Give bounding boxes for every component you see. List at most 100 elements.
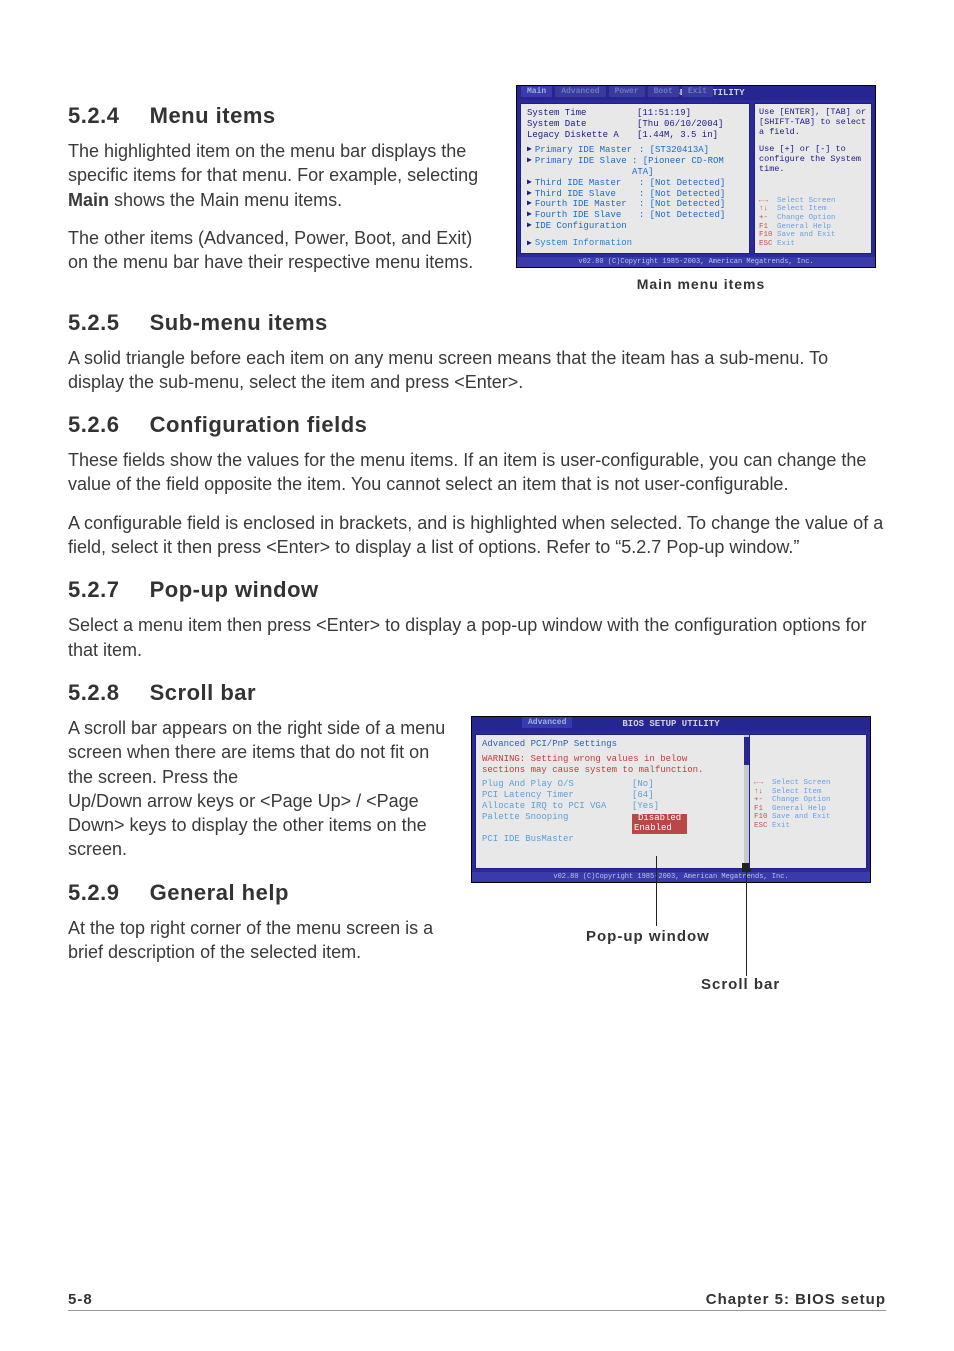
bios1-tab-exit: Exit: [682, 86, 713, 97]
nav-val: Exit: [777, 240, 795, 248]
bios1-tab-power: Power: [609, 86, 645, 97]
nav-val: General Help: [772, 805, 826, 813]
para-526-2: A configurable field is enclosed in brac…: [68, 511, 886, 560]
bios1-tab-adv: Advanced: [555, 86, 605, 97]
bios2-irq-k: Allocate IRQ to PCI VGA: [482, 801, 632, 812]
heading-528-title: Scroll bar: [150, 680, 256, 705]
triangle-icon: ▶: [527, 145, 532, 156]
nav-key: F10: [754, 813, 772, 822]
heading-528: 5.2.8 Scroll bar: [68, 680, 886, 706]
heading-526-title: Configuration fields: [150, 412, 368, 437]
bios1-help1: Use [ENTER], [TAB] or [SHIFT-TAB] to sel…: [759, 108, 867, 137]
para-525-1: A solid triangle before each item on any…: [68, 346, 886, 395]
nav-key: ESC: [754, 822, 772, 831]
bios2-title: Advanced PCI/PnP Settings: [482, 739, 734, 750]
bios1-fides-v: : [Not Detected]: [639, 210, 725, 221]
bios2-tab-adv: Advanced: [522, 717, 572, 728]
heading-524-num: 5.2.4: [68, 103, 143, 129]
nav-key: F1: [759, 223, 777, 232]
triangle-icon: ▶: [527, 156, 532, 178]
bios1-tides-k: Third IDE Slave: [535, 189, 639, 200]
nav-key: ←→: [759, 197, 777, 206]
bios1-tides-v: : [Not Detected]: [639, 189, 725, 200]
heading-527-num: 5.2.7: [68, 577, 143, 603]
para-529-1: At the top right corner of the menu scre…: [68, 916, 451, 965]
page-number: 5-8: [68, 1291, 93, 1308]
para-527-1: Select a menu item then press <Enter> to…: [68, 613, 886, 662]
nav-key: ↑↓: [754, 788, 772, 797]
nav-key: +-: [759, 214, 777, 223]
heading-529-title: General help: [150, 880, 289, 905]
bios1-tab-main: Main: [521, 86, 552, 97]
label-popup-window: Pop-up window: [586, 928, 710, 945]
bios1-fidem-k: Fourth IDE Master: [535, 199, 639, 210]
heading-524-title: Menu items: [150, 103, 276, 128]
bios1-fides-k: Fourth IDE Slave: [535, 210, 639, 221]
para-524-1b: Main: [68, 190, 109, 210]
bios1-sysinfo: System Information: [535, 238, 632, 248]
triangle-icon: ▶: [527, 210, 532, 221]
bios1-fidem-v: : [Not Detected]: [639, 199, 725, 210]
bios2-main-panel: Advanced PCI/PnP Settings WARNING: Setti…: [475, 734, 745, 869]
heading-529-num: 5.2.9: [68, 880, 143, 906]
nav-val: Exit: [772, 822, 790, 830]
nav-val: Select Item: [772, 788, 822, 796]
heading-527-title: Pop-up window: [150, 577, 319, 602]
triangle-icon: ▶: [527, 239, 532, 248]
chapter-title: Chapter 5: BIOS setup: [706, 1291, 886, 1308]
triangle-icon: ▶: [527, 199, 532, 210]
bios1-legacy-v: [1.44M, 3.5 in]: [637, 130, 718, 141]
bios1-footer: v02.80 (C)Copyright 1985-2003, American …: [517, 257, 875, 267]
bios2-pnp-v: [No]: [632, 779, 654, 790]
bios2-popup-window: Disabled Enabled: [632, 814, 687, 834]
nav-key: ESC: [759, 240, 777, 249]
pointer-line-scroll: [746, 866, 747, 976]
bios1-systime-v: [11:51:19]: [637, 108, 691, 119]
heading-528-num: 5.2.8: [68, 680, 143, 706]
nav-key: F1: [754, 805, 772, 814]
bios2-lat-k: PCI Latency Timer: [482, 790, 632, 801]
nav-key: +-: [754, 796, 772, 805]
bios-popup-screenshot: BIOS SETUP UTILITY Advanced Advanced PCI…: [471, 716, 871, 883]
bios1-help2: Use [+] or [-] to configure the System t…: [759, 145, 867, 174]
bios1-pidem-v: : [ST320413A]: [639, 145, 709, 156]
bios1-pides-k: Primary IDE Slave: [535, 156, 632, 178]
page-footer: 5-8 Chapter 5: BIOS setup: [68, 1291, 886, 1311]
bios1-legacy-k: Legacy Diskette A: [527, 130, 637, 141]
nav-key: F10: [759, 231, 777, 240]
nav-val: Change Option: [777, 214, 836, 222]
bios2-nav: ←→Select Screen ↑↓Select Item +-Change O…: [754, 779, 862, 831]
heading-525-title: Sub-menu items: [150, 310, 328, 335]
bios-main-menu-screenshot: BIOS SETUP UTILITY Main Advanced Power B…: [516, 85, 876, 268]
triangle-icon: ▶: [527, 189, 532, 200]
bios1-main-panel: System Time[11:51:19] System Date[Thu 06…: [520, 103, 750, 254]
bios2-lat-v: [64]: [632, 790, 654, 801]
para-528-2: Up/Down arrow keys or <Page Up> / <Page …: [68, 789, 451, 862]
bios2-footer: v02.80 (C)Copyright 1985-2003, American …: [472, 872, 870, 882]
heading-525: 5.2.5 Sub-menu items: [68, 310, 886, 336]
pointer-line-popup: [656, 856, 657, 926]
nav-val: Save and Exit: [772, 813, 831, 821]
bios1-pidem-k: Primary IDE Master: [535, 145, 639, 156]
bios1-tab-boot: Boot: [648, 86, 679, 97]
nav-key: ←→: [754, 779, 772, 788]
heading-526-num: 5.2.6: [68, 412, 143, 438]
bios1-help-panel: Use [ENTER], [TAB] or [SHIFT-TAB] to sel…: [754, 103, 872, 254]
para-526-1: These fields show the values for the men…: [68, 448, 886, 497]
bios2-opt-enabled: Enabled: [634, 824, 685, 834]
bios1-idecfg: IDE Configuration: [535, 221, 627, 232]
bios1-caption: Main menu items: [516, 276, 886, 292]
heading-526: 5.2.6 Configuration fields: [68, 412, 886, 438]
nav-val: Select Screen: [777, 197, 836, 205]
bios1-tabs: Main Advanced Power Boot Exit: [521, 86, 713, 97]
bios1-header: BIOS SETUP UTILITY Main Advanced Power B…: [517, 86, 875, 100]
nav-val: Change Option: [772, 796, 831, 804]
bios2-tabs: Advanced: [522, 717, 572, 728]
bios1-sysdate-v: [Thu 06/10/2004]: [637, 119, 723, 130]
nav-val: Select Screen: [772, 779, 831, 787]
para-524-1: The highlighted item on the menu bar dis…: [68, 139, 496, 212]
triangle-icon: ▶: [527, 221, 532, 232]
bios2-header-title: BIOS SETUP UTILITY: [622, 719, 719, 729]
bios2-pnp-k: Plug And Play O/S: [482, 779, 632, 790]
para-528-1: A scroll bar appears on the right side o…: [68, 716, 451, 789]
